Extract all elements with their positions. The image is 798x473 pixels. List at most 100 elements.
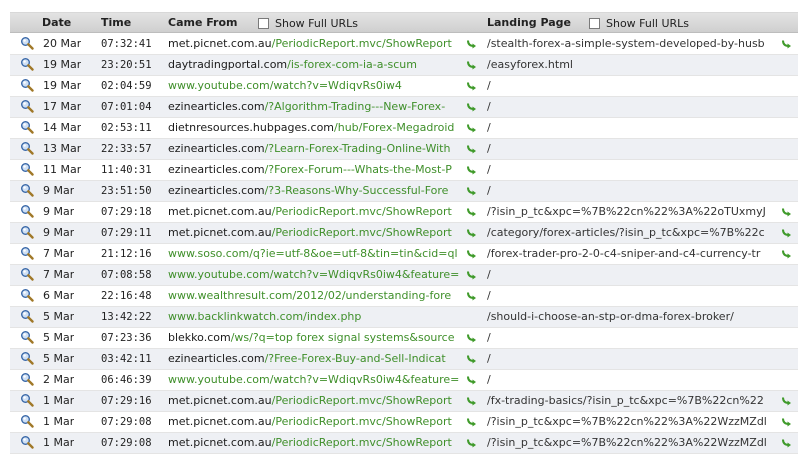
- visit-date: 7 Mar: [43, 247, 75, 260]
- magnifier-icon[interactable]: [20, 99, 34, 113]
- open-referrer-icon[interactable]: [466, 269, 477, 280]
- magnifier-icon[interactable]: [20, 204, 34, 218]
- open-referrer-icon[interactable]: [466, 80, 477, 91]
- referrer-link[interactable]: daytradingportal.com/is-forex-com-ia-a-s…: [168, 55, 464, 75]
- open-referrer-icon[interactable]: [466, 332, 477, 343]
- time-column-header[interactable]: Time: [101, 13, 131, 33]
- open-referrer-icon[interactable]: [466, 374, 477, 385]
- landing-page-path[interactable]: /: [487, 181, 787, 201]
- landing-page-path[interactable]: /: [487, 328, 787, 348]
- referrer-host: www.wealthresult.com: [168, 289, 293, 302]
- magnifier-icon[interactable]: [20, 78, 34, 92]
- landing-page-path[interactable]: /: [487, 349, 787, 369]
- referrer-link[interactable]: ezinearticles.com/?3-Reasons-Why-Success…: [168, 181, 464, 201]
- open-referrer-icon[interactable]: [466, 164, 477, 175]
- open-referrer-icon[interactable]: [466, 290, 477, 301]
- referrer-link[interactable]: www.backlinkwatch.com/index.php: [168, 307, 464, 327]
- open-referrer-icon[interactable]: [466, 59, 477, 70]
- referrer-link[interactable]: met.picnet.com.au/PeriodicReport.mvc/Sho…: [168, 34, 464, 54]
- landing-page-path[interactable]: /: [487, 76, 787, 96]
- show-full-urls-came-from-toggle[interactable]: Show Full URLs: [258, 13, 358, 33]
- magnifier-icon[interactable]: [20, 351, 34, 365]
- open-referrer-icon[interactable]: [466, 38, 477, 49]
- open-referrer-icon[interactable]: [466, 185, 477, 196]
- magnifier-icon[interactable]: [20, 393, 34, 407]
- magnifier-icon[interactable]: [20, 267, 34, 281]
- open-referrer-icon[interactable]: [466, 248, 477, 259]
- table-row: 7 Mar 07:08:58 www.youtube.com/watch?v=Wdi…: [10, 265, 798, 286]
- referrer-link[interactable]: ezinearticles.com/?Forex-Forum---Whats-t…: [168, 160, 464, 180]
- magnifier-icon[interactable]: [20, 141, 34, 155]
- visit-date: 2 Mar: [43, 373, 75, 386]
- landing-page-path[interactable]: /should-i-choose-an-stp-or-dma-forex-bro…: [487, 307, 787, 327]
- open-referrer-icon[interactable]: [466, 227, 477, 238]
- open-referrer-icon[interactable]: [466, 353, 477, 364]
- landing-page-path[interactable]: /category/forex-articles/?isin_p_tc&xpc=…: [487, 223, 787, 243]
- referrer-link[interactable]: www.youtube.com/watch?v=WdiqvRs0iw4&feat…: [168, 370, 464, 390]
- landing-page-path[interactable]: /: [487, 118, 787, 138]
- landing-page-path[interactable]: /forex-trader-pro-2-0-c4-sniper-and-c4-c…: [487, 244, 787, 264]
- landing-page-path[interactable]: /: [487, 265, 787, 285]
- referrer-link[interactable]: met.picnet.com.au/PeriodicReport.mvc/Sho…: [168, 223, 464, 243]
- magnifier-icon[interactable]: [20, 162, 34, 176]
- magnifier-icon[interactable]: [20, 435, 34, 449]
- referrer-link[interactable]: met.picnet.com.au/PeriodicReport.mvc/Sho…: [168, 202, 464, 222]
- landing-page-path[interactable]: /: [487, 139, 787, 159]
- open-landing-icon[interactable]: [781, 206, 792, 217]
- magnifier-icon[interactable]: [20, 36, 34, 50]
- open-landing-icon[interactable]: [781, 395, 792, 406]
- magnifier-icon[interactable]: [20, 225, 34, 239]
- magnifier-icon[interactable]: [20, 414, 34, 428]
- landing-page-path[interactable]: /fx-trading-basics/?isin_p_tc&xpc=%7B%22…: [487, 391, 787, 411]
- date-column-header[interactable]: Date: [42, 13, 71, 33]
- landing-page-path[interactable]: /: [487, 160, 787, 180]
- landing-page-path[interactable]: /easyforex.html: [487, 55, 787, 75]
- referrer-link[interactable]: dietnresources.hubpages.com/hub/Forex-Me…: [168, 118, 464, 138]
- open-referrer-icon[interactable]: [466, 395, 477, 406]
- visit-time: 13:42:22: [101, 311, 152, 323]
- referrer-link[interactable]: www.youtube.com/watch?v=WdiqvRs0iw4: [168, 76, 464, 96]
- landing-page-column-header[interactable]: Landing Page: [487, 13, 571, 33]
- landing-page-path[interactable]: /stealth-forex-a-simple-system-developed…: [487, 34, 787, 54]
- referrer-link[interactable]: www.soso.com/q?ie=utf-8&oe=utf-8&tin=tin…: [168, 244, 464, 264]
- show-full-urls-landing-toggle[interactable]: Show Full URLs: [589, 13, 689, 33]
- checkbox-icon[interactable]: [589, 17, 600, 29]
- open-landing-icon[interactable]: [781, 248, 792, 259]
- magnifier-icon[interactable]: [20, 309, 34, 323]
- landing-page-path[interactable]: /: [487, 370, 787, 390]
- referrer-link[interactable]: ezinearticles.com/?Learn-Forex-Trading-O…: [168, 139, 464, 159]
- magnifier-icon[interactable]: [20, 330, 34, 344]
- landing-page-path[interactable]: /: [487, 286, 787, 306]
- open-landing-icon[interactable]: [781, 416, 792, 427]
- open-referrer-icon[interactable]: [466, 122, 477, 133]
- landing-page-path[interactable]: /?isin_p_tc&xpc=%7B%22cn%22%3A%22oTUxmyJ: [487, 202, 787, 222]
- open-landing-icon[interactable]: [781, 227, 792, 238]
- open-referrer-icon[interactable]: [466, 101, 477, 112]
- referrer-link[interactable]: www.youtube.com/watch?v=WdiqvRs0iw4&feat…: [168, 265, 464, 285]
- open-referrer-icon[interactable]: [466, 206, 477, 217]
- referrer-link[interactable]: blekko.com/ws/?q=top forex signal system…: [168, 328, 464, 348]
- referrer-link[interactable]: met.picnet.com.au/PeriodicReport.mvc/Sho…: [168, 412, 464, 432]
- open-referrer-icon[interactable]: [466, 143, 477, 154]
- magnifier-icon[interactable]: [20, 288, 34, 302]
- open-referrer-icon[interactable]: [466, 437, 477, 448]
- open-landing-icon[interactable]: [781, 437, 792, 448]
- referrer-link[interactable]: ezinearticles.com/?Algorithm-Trading---N…: [168, 97, 464, 117]
- magnifier-icon[interactable]: [20, 120, 34, 134]
- landing-page-path[interactable]: /?isin_p_tc&xpc=%7B%22cn%22%3A%22WzzMZdl: [487, 412, 787, 432]
- magnifier-icon[interactable]: [20, 57, 34, 71]
- open-referrer-icon[interactable]: [466, 416, 477, 427]
- magnifier-icon[interactable]: [20, 183, 34, 197]
- landing-page-path[interactable]: /?isin_p_tc&xpc=%7B%22cn%22%3A%22WzzMZdl: [487, 433, 787, 453]
- referrer-link[interactable]: met.picnet.com.au/PeriodicReport.mvc/Sho…: [168, 391, 464, 411]
- referrer-link[interactable]: ezinearticles.com/?Free-Forex-Buy-and-Se…: [168, 349, 464, 369]
- magnifier-icon[interactable]: [20, 372, 34, 386]
- checkbox-icon[interactable]: [258, 17, 269, 29]
- table-row: 5 Mar 13:42:22 www.backlinkwatch.com/index…: [10, 307, 798, 328]
- came-from-column-header[interactable]: Came From: [168, 13, 238, 33]
- referrer-link[interactable]: www.wealthresult.com/2012/02/understandi…: [168, 286, 464, 306]
- landing-page-path[interactable]: /: [487, 97, 787, 117]
- open-landing-icon[interactable]: [781, 38, 792, 49]
- magnifier-icon[interactable]: [20, 246, 34, 260]
- referrer-link[interactable]: met.picnet.com.au/PeriodicReport.mvc/Sho…: [168, 433, 464, 453]
